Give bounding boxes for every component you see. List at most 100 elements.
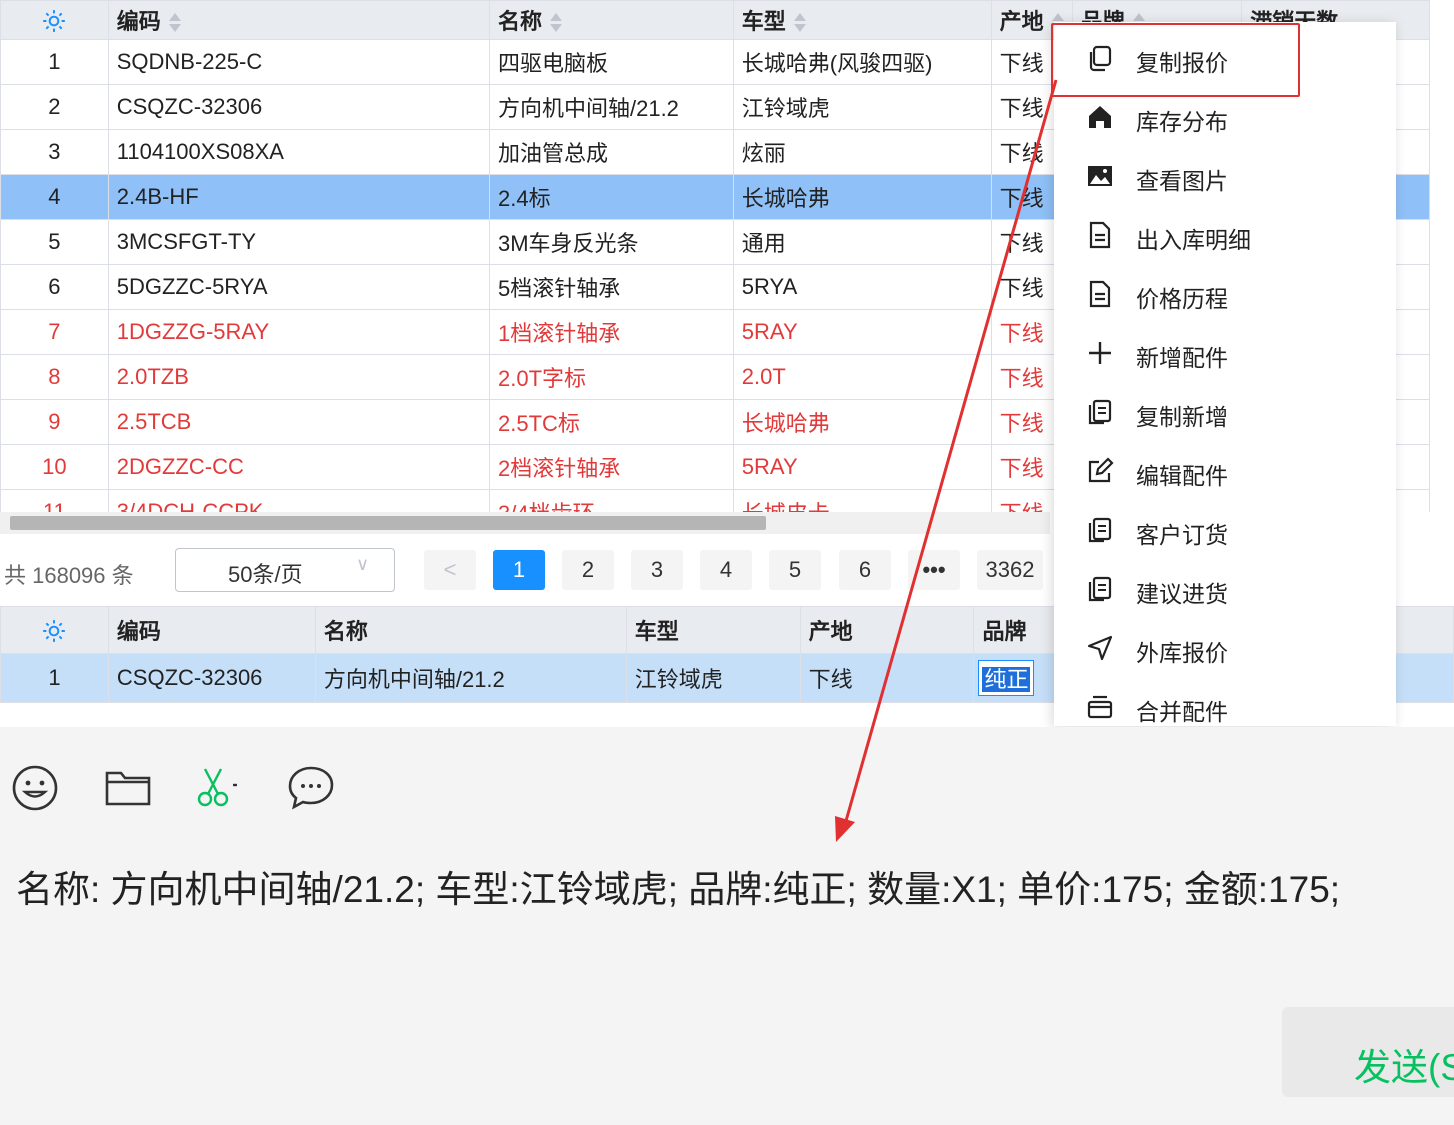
column-settings-header[interactable] (0, 0, 109, 40)
cell-model: 长城哈弗 (732, 174, 992, 220)
row-index: 2 (0, 84, 109, 130)
brand-input[interactable]: 纯正 (978, 660, 1035, 696)
cell-name: 3M车身反光条 (488, 219, 734, 265)
total-count: 共 168096 条 (4, 563, 134, 588)
copy-icon (1089, 45, 1112, 72)
column-header-code[interactable]: 编码 (107, 0, 490, 40)
column-header-name[interactable]: 名称 (314, 606, 627, 654)
row-index: 3 (0, 129, 109, 175)
cell-name: 5档滚针轴承 (488, 264, 734, 310)
sort-icon[interactable] (168, 13, 181, 33)
menu-item-external-quote[interactable]: 外库报价 (1054, 618, 1396, 676)
column-header-code[interactable]: 编码 (107, 606, 316, 654)
row-index: 5 (0, 219, 109, 265)
cell-name: 2.4标 (488, 174, 734, 220)
cell-code: 3MCSFGT-TY (107, 219, 490, 265)
cell-model: 5RYA (732, 264, 992, 310)
cell-code: 3/4DCH-CCPK (107, 489, 490, 512)
page-size-value: 50条/页 (228, 562, 303, 587)
more-pages-button[interactable]: ••• (908, 550, 960, 590)
page-button-1[interactable]: 1 (493, 550, 545, 590)
menu-item-copy-add[interactable]: 复制新增 (1054, 382, 1396, 440)
send-button-label: 发送(S (1354, 1047, 1454, 1088)
prev-page-button[interactable]: < (424, 550, 476, 590)
menu-item-view-image[interactable]: 查看图片 (1054, 146, 1396, 204)
cell-code: 1DGZZG-5RAY (107, 309, 490, 355)
cell-model: 通用 (732, 219, 992, 265)
cell-model: 江铃域虎 (732, 84, 992, 130)
emoji-icon[interactable] (10, 763, 60, 813)
cell-code: CSQZC-32306 (107, 653, 316, 703)
cell-name: 方向机中间轴/21.2 (314, 653, 627, 703)
cell-code: SQDNB-225-C (107, 39, 490, 85)
cell-name: 四驱电脑板 (488, 39, 734, 85)
cell-name: 3/4档齿环 (488, 489, 734, 512)
cell-model: 长城哈弗 (732, 399, 992, 445)
column-header-origin[interactable]: 产地 (799, 606, 975, 654)
sort-icon[interactable] (550, 13, 562, 33)
gear-icon[interactable] (41, 8, 67, 34)
page-button-4[interactable]: 4 (700, 550, 752, 590)
page-button-5[interactable]: 5 (769, 550, 821, 590)
merge-icon (1087, 695, 1113, 719)
menu-item-price-history[interactable]: 价格历程 (1054, 264, 1396, 322)
image-icon (1088, 166, 1112, 186)
column-settings-header[interactable] (0, 606, 109, 654)
context-menu: 复制报价 库存分布 查看图片 出入库明细 价格历程 新增配件 复制新增 编辑配件… (1051, 22, 1396, 726)
menu-item-suggest-purchase[interactable]: 建议进货 (1054, 559, 1396, 617)
cell-name: 方向机中间轴/21.2 (488, 84, 734, 130)
document-icon (1089, 221, 1111, 249)
menu-item-stock-distribution[interactable]: 库存分布 (1054, 87, 1396, 145)
menu-item-copy-quote[interactable]: 复制报价 (1054, 28, 1396, 86)
sort-icon[interactable] (793, 13, 806, 33)
edit-icon (1088, 457, 1114, 483)
cell-code: 1104100XS08XA (107, 129, 490, 175)
cell-model: 炫丽 (732, 129, 992, 175)
cell-code: CSQZC-32306 (107, 84, 490, 130)
duplicate-icon (1088, 399, 1112, 425)
cell-code: 2.0TZB (107, 354, 490, 400)
row-index: 8 (0, 354, 109, 400)
menu-item-add-part[interactable]: 新增配件 (1054, 323, 1396, 381)
message-input-text[interactable]: 名称: 方向机中间轴/21.2; 车型:江铃域虎; 品牌:纯正; 数量:X1; … (16, 859, 1340, 913)
column-header-model[interactable]: 车型 (625, 606, 801, 654)
cell-name: 2档滚针轴承 (488, 444, 734, 490)
page-size-select[interactable]: 50条/页 ∨ (175, 548, 395, 592)
send-icon (1087, 635, 1113, 661)
cell-code: 2DGZZC-CC (107, 444, 490, 490)
row-index: 1 (0, 653, 109, 703)
page-button-6[interactable]: 6 (839, 550, 891, 590)
menu-item-customer-order[interactable]: 客户订货 (1054, 500, 1396, 558)
cell-model: 江铃域虎 (625, 653, 801, 703)
row-index: 10 (0, 444, 109, 490)
column-header-model[interactable]: 车型 (732, 0, 992, 40)
last-page-button[interactable]: 3362 (977, 550, 1043, 590)
cell-code: 2.5TCB (107, 399, 490, 445)
gear-icon[interactable] (41, 618, 67, 644)
cell-model: 2.0T (732, 354, 992, 400)
cell-model: 5RAY (732, 444, 992, 490)
row-index: 1 (0, 39, 109, 85)
page-button-2[interactable]: 2 (562, 550, 614, 590)
cell-model: 5RAY (732, 309, 992, 355)
folder-icon[interactable] (103, 763, 153, 813)
duplicate-icon (1088, 517, 1112, 543)
menu-item-edit-part[interactable]: 编辑配件 (1054, 441, 1396, 499)
cell-model: 长城哈弗(风骏四驱) (732, 39, 992, 85)
send-button[interactable]: 发送(S (1282, 1007, 1454, 1097)
row-index: 6 (0, 264, 109, 310)
cell-code: 5DGZZC-5RYA (107, 264, 490, 310)
horizontal-scrollbar-thumb[interactable] (10, 516, 766, 530)
row-index: 4 (0, 174, 109, 220)
page-button-3[interactable]: 3 (631, 550, 683, 590)
cell-origin: 下线 (799, 653, 975, 703)
chat-bubble-icon[interactable] (286, 763, 336, 813)
scissors-icon[interactable] (193, 763, 243, 813)
home-icon (1089, 106, 1111, 128)
menu-item-inout-detail[interactable]: 出入库明细 (1054, 205, 1396, 263)
cell-name: 1档滚针轴承 (488, 309, 734, 355)
row-index: 11 (0, 489, 109, 512)
column-header-name[interactable]: 名称 (488, 0, 734, 40)
row-index: 7 (0, 309, 109, 355)
chat-input-area: 名称: 方向机中间轴/21.2; 车型:江铃域虎; 品牌:纯正; 数量:X1; … (0, 727, 1454, 1125)
